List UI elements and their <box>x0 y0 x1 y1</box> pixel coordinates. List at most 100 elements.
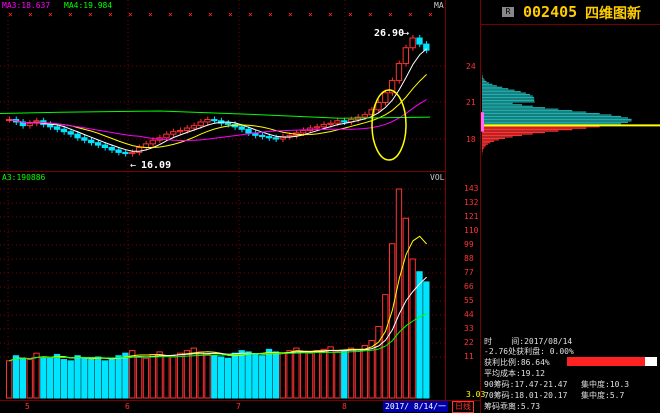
volume-bar <box>26 359 33 399</box>
badge-icon: R <box>502 7 514 17</box>
marker-x: × <box>368 10 373 19</box>
marker-x: × <box>228 10 233 19</box>
volume-bar <box>279 352 286 399</box>
chip-bar <box>482 80 487 83</box>
chip-bar <box>482 99 535 102</box>
volume-bar <box>334 351 341 399</box>
candle-body <box>224 122 232 125</box>
marker-x: × <box>268 10 273 19</box>
chip-bar <box>482 83 493 85</box>
candle-body <box>416 37 423 45</box>
chip-bar <box>482 117 629 119</box>
marker-x: × <box>208 10 213 19</box>
chip-bar <box>482 115 622 118</box>
volume-tick: 99 <box>464 240 474 249</box>
volume-chart-panel[interactable]: A3:190886 VOL <box>0 172 446 400</box>
marker-x: × <box>8 10 13 19</box>
chip-bar <box>482 105 533 107</box>
stock-name: 四维图新 <box>585 6 641 22</box>
chip-bar <box>482 120 632 122</box>
candle-body <box>170 131 177 135</box>
chip-bar <box>482 145 486 147</box>
chip-bar <box>482 110 573 112</box>
low-arrow-icon: ← <box>130 160 137 171</box>
volume-bar <box>395 188 403 399</box>
period-mode-button[interactable]: 日线 <box>452 401 474 413</box>
marker-x: × <box>108 10 113 19</box>
volume-bar <box>122 352 129 399</box>
volume-bar <box>33 352 40 399</box>
info-90-chips: 90筹码:17.47-21.47 <box>484 380 568 389</box>
price-chart-panel[interactable]: MA3:18.637 MA4:19.984 MA × × × × × × × × × × × × × × ×… <box>0 0 446 172</box>
price-tick-21: 21 <box>466 98 476 107</box>
chip-bar <box>482 112 600 115</box>
chip-bar <box>482 89 515 91</box>
volume-bar <box>101 360 109 399</box>
chip-bar <box>482 91 521 93</box>
volume-bar <box>204 353 211 399</box>
volume-tick: 121 <box>464 212 479 221</box>
candle-body <box>341 120 348 123</box>
chip-bar <box>482 82 489 84</box>
volume-bar <box>361 345 368 399</box>
chip-bar <box>482 102 513 104</box>
volume-bar <box>47 357 54 399</box>
chip-bar <box>482 131 546 134</box>
chip-bar <box>482 127 587 129</box>
chip-bar <box>482 79 485 81</box>
chip-bar <box>482 85 497 87</box>
volume-bar <box>245 351 252 399</box>
date-tick-8: 8 <box>342 402 347 411</box>
volume-bar <box>416 271 423 399</box>
volume-bar <box>224 357 232 399</box>
volume-tick: 88 <box>464 254 474 263</box>
profit-ratio-bar <box>567 357 657 366</box>
volume-bar <box>388 243 396 399</box>
date-axis: 5 6 7 8 2017/ 8/14/一 日线 <box>0 400 480 413</box>
candle-body <box>334 120 341 124</box>
info-profit-ratio: 获利比例:86.64% <box>484 358 550 367</box>
chip-bar <box>482 98 535 100</box>
chip-bar <box>482 133 533 135</box>
volume-bar <box>156 351 163 399</box>
volume-bar <box>94 356 102 399</box>
chip-distribution-panel[interactable]: R 002405 四维图新 时 间:2017/08/14 -2.76处获利盘: … <box>480 0 660 413</box>
volume-tick: 44 <box>464 310 474 319</box>
volume-tick: 33 <box>464 324 474 333</box>
info-profit-at-price: -2.76处获利盘: 0.00% <box>484 347 574 356</box>
candle-body <box>238 126 245 130</box>
volume-bar <box>12 355 20 399</box>
chip-bar <box>482 140 495 142</box>
volume-tick: 77 <box>464 268 474 277</box>
chip-bar <box>482 95 533 97</box>
volume-bar <box>40 356 47 399</box>
candle-body <box>67 131 74 135</box>
volume-bar <box>347 347 355 399</box>
volume-bar <box>88 359 95 399</box>
chip-bar <box>482 150 483 153</box>
candle-body <box>245 128 252 134</box>
chip-bar <box>482 118 632 121</box>
volume-bars[interactable] <box>0 172 445 400</box>
candlestick-chart[interactable]: × × × × × × × × × × × × × × × × × × × × × × <box>0 0 445 171</box>
low-price-label: 16.09 <box>141 160 172 171</box>
chip-bar <box>482 134 522 137</box>
candle-body <box>361 114 368 118</box>
vol-ma5-line <box>9 235 427 362</box>
chip-bar <box>482 107 546 109</box>
volume-axis: 143 132 121 110 99 88 77 66 55 44 33 22 11 3.03 <box>446 172 485 400</box>
marker-x: × <box>348 10 353 19</box>
volume-bar <box>402 217 409 399</box>
volume-bar <box>74 355 81 399</box>
volume-bar <box>218 356 225 399</box>
info-90-concentration: 集中度:10.3 <box>581 380 630 389</box>
price-axis: 24 21 18 <box>446 0 480 172</box>
marker-x: × <box>428 10 433 19</box>
marker-x: × <box>168 10 173 19</box>
candle-body <box>149 139 156 145</box>
marker-x: × <box>68 10 73 19</box>
current-price-marker <box>481 112 484 132</box>
volume-bar <box>53 353 61 399</box>
volume-tick: 143 <box>464 184 479 193</box>
volume-bar <box>320 348 327 399</box>
